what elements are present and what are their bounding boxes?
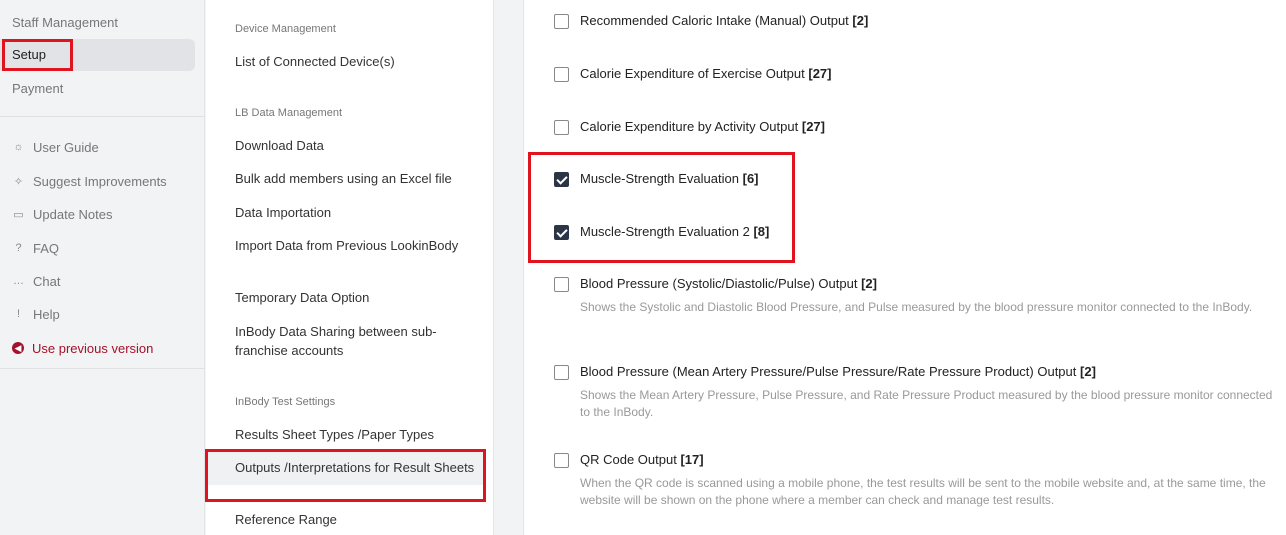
suggest-improvements-label: Suggest Improvements <box>33 173 167 189</box>
section-title-device: Device Management <box>235 23 336 35</box>
help-link[interactable]: ! Help <box>12 303 60 325</box>
chat-icon: … <box>13 275 24 287</box>
divider <box>0 116 205 117</box>
faq-link[interactable]: ? FAQ <box>12 237 59 259</box>
output-title: Blood Pressure (Mean Artery Pressure/Pul… <box>580 364 1096 379</box>
output-title: Muscle-Strength Evaluation [6] <box>580 171 759 186</box>
user-guide-label: User Guide <box>33 139 99 155</box>
user-guide-link[interactable]: ☼ User Guide <box>12 136 99 158</box>
output-checkbox[interactable] <box>554 365 569 380</box>
lightbulb-icon: ☼ <box>13 141 24 153</box>
nav-staff-management[interactable]: Staff Management <box>0 7 195 39</box>
menu-item-temporary-data[interactable]: Temporary Data Option <box>235 288 475 307</box>
menu-item-bulk-add[interactable]: Bulk add members using an Excel file <box>235 169 475 188</box>
update-notes-link[interactable]: ▭ Update Notes <box>12 203 113 225</box>
output-description: Shows the Systolic and Diastolic Blood P… <box>580 300 1253 314</box>
output-title: QR Code Output [17] <box>580 452 704 467</box>
chat-link[interactable]: … Chat <box>12 270 60 292</box>
setup-menu: Device Management List of Connected Devi… <box>206 0 494 535</box>
divider <box>0 368 205 369</box>
menu-item-result-sheet-types[interactable]: Results Sheet Types /Paper Types <box>235 425 475 444</box>
output-title: Recommended Caloric Intake (Manual) Outp… <box>580 13 869 28</box>
output-checkbox[interactable] <box>554 14 569 29</box>
sidebar: Staff Management Setup Payment ☼ User Gu… <box>0 0 205 535</box>
output-checkbox[interactable] <box>554 277 569 292</box>
book-icon: ▭ <box>13 208 24 221</box>
output-checkbox[interactable] <box>554 453 569 468</box>
menu-item-outputs-interpretations[interactable]: Outputs /Interpretations for Result Shee… <box>206 450 486 485</box>
nav-payment[interactable]: Payment <box>0 73 195 105</box>
menu-item-download-data[interactable]: Download Data <box>235 136 475 155</box>
section-title-lb-data: LB Data Management <box>235 107 343 119</box>
faq-label: FAQ <box>33 240 60 256</box>
menu-item-connected-devices[interactable]: List of Connected Device(s) <box>235 52 475 71</box>
previous-version-link[interactable]: ◀ Use previous version <box>12 337 153 359</box>
sparkle-icon: ✧ <box>13 175 24 188</box>
suggest-improvements-link[interactable]: ✧ Suggest Improvements <box>12 170 167 192</box>
output-title: Calorie Expenditure of Exercise Output [… <box>580 66 832 81</box>
menu-item-import-lookinbody[interactable]: Import Data from Previous LookinBody <box>235 236 475 255</box>
output-checkbox-checked[interactable] <box>554 225 569 240</box>
help-icon: ! <box>16 308 21 320</box>
output-title: Calorie Expenditure by Activity Output [… <box>580 119 825 134</box>
outputs-panel: Recommended Caloric Intake (Manual) Outp… <box>523 0 1286 535</box>
output-title: Blood Pressure (Systolic/Diastolic/Pulse… <box>580 276 877 291</box>
output-checkbox[interactable] <box>554 120 569 135</box>
menu-item-reference-range[interactable]: Reference Range <box>235 510 475 529</box>
output-title: Muscle-Strength Evaluation 2 [8] <box>580 224 770 239</box>
section-title-test-settings: InBody Test Settings <box>235 396 336 408</box>
output-checkbox[interactable] <box>554 67 569 82</box>
output-description: When the QR code is scanned using a mobi… <box>580 476 1266 507</box>
output-checkbox-checked[interactable] <box>554 172 569 187</box>
update-notes-label: Update Notes <box>33 206 113 222</box>
help-label: Help <box>33 306 60 322</box>
previous-version-label: Use previous version <box>32 340 154 356</box>
menu-item-data-sharing[interactable]: InBody Data Sharing between sub-franchis… <box>235 322 475 360</box>
menu-item-data-importation[interactable]: Data Importation <box>235 203 475 222</box>
question-icon: ? <box>15 242 22 254</box>
output-description: Shows the Mean Artery Pressure, Pulse Pr… <box>580 388 1273 419</box>
chat-label: Chat <box>33 273 61 289</box>
back-arrow-icon: ◀ <box>12 342 24 354</box>
nav-setup[interactable]: Setup <box>0 39 195 71</box>
